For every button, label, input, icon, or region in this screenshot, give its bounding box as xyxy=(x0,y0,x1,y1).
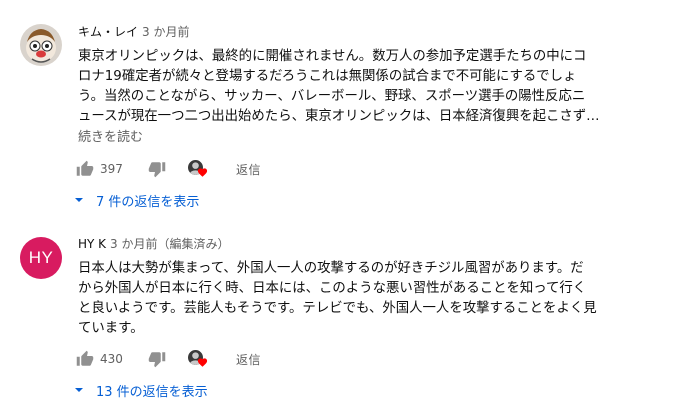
dislike-button[interactable] xyxy=(148,350,166,368)
like-count: 430 xyxy=(100,352,123,366)
like-button[interactable] xyxy=(76,350,94,368)
avatar[interactable]: HY xyxy=(20,237,62,279)
creator-heart-icon xyxy=(197,168,208,177)
view-replies-label: 7 件の返信を表示 xyxy=(96,194,200,210)
comment-line: う。当然のことながら、サッカー、バレーボール、野球、スポーツ選手の陽性反応ニ xyxy=(78,89,586,104)
comment-line: ュースが現在一つ二つ出出始めたら、東京オリンピックは、日本経済復興を起こさず… xyxy=(78,109,600,124)
caret-down-icon xyxy=(75,198,83,202)
comment-time[interactable]: 3 か月前（編集済み） xyxy=(110,237,229,251)
reply-button[interactable]: 返信 xyxy=(236,351,261,368)
comment-action-bar: 397 返信 xyxy=(76,158,261,180)
comment-header: キム・レイ 3 か月前 xyxy=(78,24,674,42)
thumb-up-icon xyxy=(76,350,94,366)
comment-time[interactable]: 3 か月前 xyxy=(142,25,189,39)
read-more-link[interactable]: 続きを読む xyxy=(78,129,674,147)
comment-line: から外国人が日本に行く時、日本には、このような悪い習性があることを知って行く xyxy=(78,281,587,296)
comment-author[interactable]: キム・レイ xyxy=(78,25,138,39)
comment-header: HY K 3 か月前（編集済み） xyxy=(78,236,674,254)
comment-line: と良いようです。芸能人もそうです。テレビでも、外国人一人を攻撃することをよく見 xyxy=(78,301,597,316)
comment-line: 東京オリンピックは、最終的に開催されません。数万人の参加予定選手たちの中にコ xyxy=(78,49,587,64)
comment-line: ています。 xyxy=(78,321,144,336)
like-button[interactable] xyxy=(76,160,94,178)
view-replies-button[interactable]: 13 件の返信を表示 xyxy=(74,380,208,400)
cartoon-avatar-icon[interactable] xyxy=(20,24,62,66)
comment-line: ロナ19確定者が続々と登場するだろうこれは無関係の試合まで不可能にするでしょ xyxy=(78,69,577,84)
comment-action-bar: 430 返信 xyxy=(76,348,261,370)
like-count: 397 xyxy=(100,162,123,176)
comment-line: 日本人は大勢が集まって、外国人一人の攻撃するのが好きチジル風習があります。だ xyxy=(78,261,584,276)
comment-text: 東京オリンピックは、最終的に開催されません。数万人の参加予定選手たちの中にコ ロ… xyxy=(78,47,674,127)
thumb-down-icon xyxy=(148,162,166,178)
view-replies-label: 13 件の返信を表示 xyxy=(96,384,208,400)
reply-button[interactable]: 返信 xyxy=(236,161,261,178)
avatar-initials: HY xyxy=(28,248,54,267)
creator-heart-badge[interactable] xyxy=(188,159,210,179)
dislike-button[interactable] xyxy=(148,160,166,178)
view-replies-button[interactable]: 7 件の返信を表示 xyxy=(74,190,199,210)
creator-heart-icon xyxy=(197,358,208,367)
creator-heart-badge[interactable] xyxy=(188,349,210,369)
comment-text: 日本人は大勢が集まって、外国人一人の攻撃するのが好きチジル風習があります。だ か… xyxy=(78,259,674,339)
caret-down-icon xyxy=(75,388,83,392)
thumb-up-icon xyxy=(76,160,94,176)
comment-author[interactable]: HY K xyxy=(78,237,106,251)
thumb-down-icon xyxy=(148,352,166,368)
